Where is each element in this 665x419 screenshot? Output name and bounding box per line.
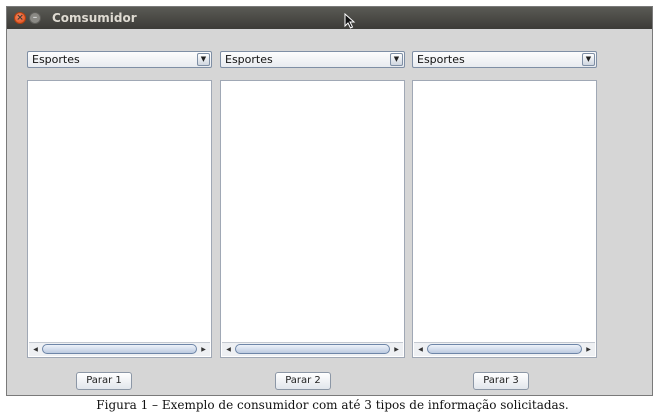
scroll-left-icon[interactable]: ◀ <box>415 344 426 355</box>
minimize-icon[interactable]: – <box>29 12 41 24</box>
scroll-right-icon[interactable]: ▶ <box>198 344 209 355</box>
category-select-3[interactable]: Esportes ▼ <box>412 51 597 68</box>
scroll-left-icon[interactable]: ◀ <box>223 344 234 355</box>
stop-button-1[interactable]: Parar 1 <box>76 372 132 390</box>
scroll-right-icon[interactable]: ▶ <box>583 344 594 355</box>
category-select-1[interactable]: Esportes ▼ <box>27 51 212 68</box>
mouse-cursor-icon <box>344 13 356 29</box>
category-select-value: Esportes <box>417 53 465 66</box>
scroll-right-icon[interactable]: ▶ <box>391 344 402 355</box>
stop-button-3[interactable]: Parar 3 <box>473 372 529 390</box>
category-select-value: Esportes <box>225 53 273 66</box>
message-list-1[interactable]: ◀ ▶ <box>27 80 212 358</box>
scroll-left-icon[interactable]: ◀ <box>30 344 41 355</box>
message-list-2[interactable]: ◀ ▶ <box>220 80 405 358</box>
title-bar[interactable]: × – Comsumidor <box>7 7 652 29</box>
category-select-2[interactable]: Esportes ▼ <box>220 51 405 68</box>
scrollbar-thumb[interactable] <box>427 344 582 354</box>
chevron-down-icon[interactable]: ▼ <box>390 53 403 66</box>
figure-caption: Figura 1 – Exemplo de consumidor com até… <box>96 398 569 412</box>
stop-button-2[interactable]: Parar 2 <box>275 372 331 390</box>
app-window: × – Comsumidor Esportes ▼ ◀ ▶ Esportes ▼… <box>6 6 653 396</box>
chevron-down-icon[interactable]: ▼ <box>197 53 210 66</box>
close-icon[interactable]: × <box>14 12 26 24</box>
category-select-value: Esportes <box>32 53 80 66</box>
horizontal-scrollbar[interactable]: ◀ ▶ <box>29 342 210 356</box>
chevron-down-icon[interactable]: ▼ <box>582 53 595 66</box>
scrollbar-thumb[interactable] <box>42 344 197 354</box>
scrollbar-thumb[interactable] <box>235 344 390 354</box>
window-title: Comsumidor <box>52 11 137 25</box>
horizontal-scrollbar[interactable]: ◀ ▶ <box>222 342 403 356</box>
horizontal-scrollbar[interactable]: ◀ ▶ <box>414 342 595 356</box>
message-list-3[interactable]: ◀ ▶ <box>412 80 597 358</box>
